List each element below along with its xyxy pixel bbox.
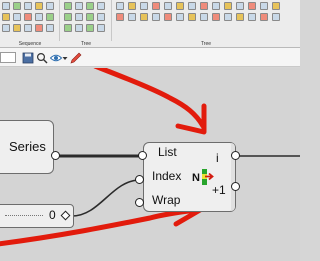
- ribbon-component-icon[interactable]: [128, 13, 136, 21]
- ribbon-component-icon[interactable]: [260, 2, 268, 10]
- ribbon-component-icon[interactable]: [24, 13, 32, 21]
- input-label-wrap: Wrap: [152, 193, 181, 207]
- grasshopper-canvas[interactable]: Series 0 List Index Wrap i +1 N N: [0, 68, 300, 261]
- component-ribbon: Sequence Tree Tree: [0, 0, 300, 48]
- ribbon-panel-label: Sequence: [18, 41, 42, 47]
- ribbon-component-icon[interactable]: [188, 2, 196, 10]
- ribbon-panel-label: Tree: [80, 41, 92, 47]
- ribbon-component-icon[interactable]: [86, 13, 94, 21]
- dropdown-arrow-icon[interactable]: [62, 51, 68, 63]
- ribbon-panel-label: Tree: [200, 41, 212, 47]
- wrap-input-grip[interactable]: [135, 198, 144, 207]
- ribbon-component-icon[interactable]: [35, 13, 43, 21]
- ribbon-component-icon[interactable]: [176, 13, 184, 21]
- ribbon-component-icon[interactable]: [75, 2, 83, 10]
- ribbon-component-icon[interactable]: [164, 13, 172, 21]
- output-label-plus-one: +1: [212, 183, 226, 197]
- list-input-grip[interactable]: [138, 151, 147, 160]
- sketch-pen-icon[interactable]: [70, 51, 82, 64]
- canvas-toolbar: [0, 48, 300, 67]
- input-label-list: List: [158, 145, 177, 159]
- ribbon-component-icon[interactable]: [224, 2, 232, 10]
- ribbon-component-icon[interactable]: [46, 2, 54, 10]
- ribbon-component-icon[interactable]: [97, 24, 105, 32]
- ribbon-component-icon[interactable]: [64, 13, 72, 21]
- ribbon-component-icon[interactable]: [13, 24, 21, 32]
- output-label-i: i: [216, 151, 219, 165]
- ribbon-component-icon[interactable]: [176, 2, 184, 10]
- ribbon-component-icon[interactable]: [24, 24, 32, 32]
- ribbon-component-icon[interactable]: [75, 24, 83, 32]
- plus-one-output-grip[interactable]: [231, 182, 240, 191]
- ribbon-component-icon[interactable]: [128, 2, 136, 10]
- ribbon-component-icon[interactable]: [200, 13, 208, 21]
- save-icon[interactable]: [22, 51, 34, 64]
- ribbon-component-icon[interactable]: [272, 2, 280, 10]
- slider-value: 0: [49, 208, 56, 222]
- ribbon-component-icon[interactable]: [97, 2, 105, 10]
- ribbon-component-icon[interactable]: [152, 2, 160, 10]
- ribbon-component-icon[interactable]: [224, 13, 232, 21]
- ribbon-component-icon[interactable]: [152, 13, 160, 21]
- ribbon-component-icon[interactable]: [140, 2, 148, 10]
- annotation-arrow-top: [93, 68, 206, 129]
- slider-grip-icon[interactable]: [60, 210, 71, 221]
- ribbon-component-icon[interactable]: [236, 13, 244, 21]
- ribbon-component-icon[interactable]: [97, 13, 105, 21]
- ribbon-component-icon[interactable]: [75, 13, 83, 21]
- ribbon-component-icon[interactable]: [2, 13, 10, 21]
- list-item-icon: N: [192, 167, 214, 187]
- ribbon-component-icon[interactable]: [46, 13, 54, 21]
- ribbon-component-icon[interactable]: [35, 24, 43, 32]
- ribbon-component-icon[interactable]: [116, 2, 124, 10]
- ribbon-component-icon[interactable]: [64, 24, 72, 32]
- ribbon-component-icon[interactable]: [13, 13, 21, 21]
- ribbon-panel-sequence: [0, 0, 60, 41]
- ribbon-component-icon[interactable]: [212, 13, 220, 21]
- ribbon-component-icon[interactable]: [2, 2, 10, 10]
- preview-eye-icon[interactable]: [49, 51, 63, 63]
- ribbon-component-icon[interactable]: [200, 2, 208, 10]
- ribbon-component-icon[interactable]: [140, 13, 148, 21]
- svg-text:N: N: [192, 172, 200, 184]
- ribbon-component-icon[interactable]: [212, 2, 220, 10]
- index-input-grip[interactable]: [135, 175, 144, 184]
- ribbon-component-icon[interactable]: [248, 13, 256, 21]
- ribbon-component-icon[interactable]: [64, 2, 72, 10]
- series-output-grip[interactable]: [51, 151, 60, 160]
- ribbon-component-icon[interactable]: [272, 13, 280, 21]
- series-component[interactable]: Series: [0, 120, 54, 174]
- ribbon-component-icon[interactable]: [248, 2, 256, 10]
- i-output-grip[interactable]: [231, 151, 240, 160]
- ribbon-component-icon[interactable]: [86, 2, 94, 10]
- list-item-component[interactable]: List Index Wrap i +1 N N: [143, 142, 236, 212]
- input-label-index: Index: [152, 169, 182, 183]
- ribbon-component-icon[interactable]: [35, 2, 43, 10]
- ribbon-component-icon[interactable]: [86, 24, 94, 32]
- ribbon-component-icon[interactable]: [13, 2, 21, 10]
- ribbon-component-icon[interactable]: [24, 2, 32, 10]
- ribbon-panel-tree-2: [112, 0, 300, 41]
- ribbon-component-icon[interactable]: [116, 13, 124, 21]
- number-slider[interactable]: 0: [0, 204, 74, 228]
- zoom-dropdown[interactable]: [0, 52, 16, 63]
- ribbon-panel-tree: [60, 0, 112, 41]
- ribbon-component-icon[interactable]: [236, 2, 244, 10]
- ribbon-component-icon[interactable]: [2, 24, 10, 32]
- wire-slider-to-index: [71, 179, 141, 217]
- slider-track[interactable]: [5, 215, 43, 216]
- ribbon-component-icon[interactable]: [46, 24, 54, 32]
- series-label: Series: [9, 139, 46, 154]
- ribbon-component-icon[interactable]: [188, 13, 196, 21]
- zoom-icon[interactable]: [36, 51, 48, 64]
- ribbon-component-icon[interactable]: [164, 2, 172, 10]
- ribbon-component-icon[interactable]: [260, 13, 268, 21]
